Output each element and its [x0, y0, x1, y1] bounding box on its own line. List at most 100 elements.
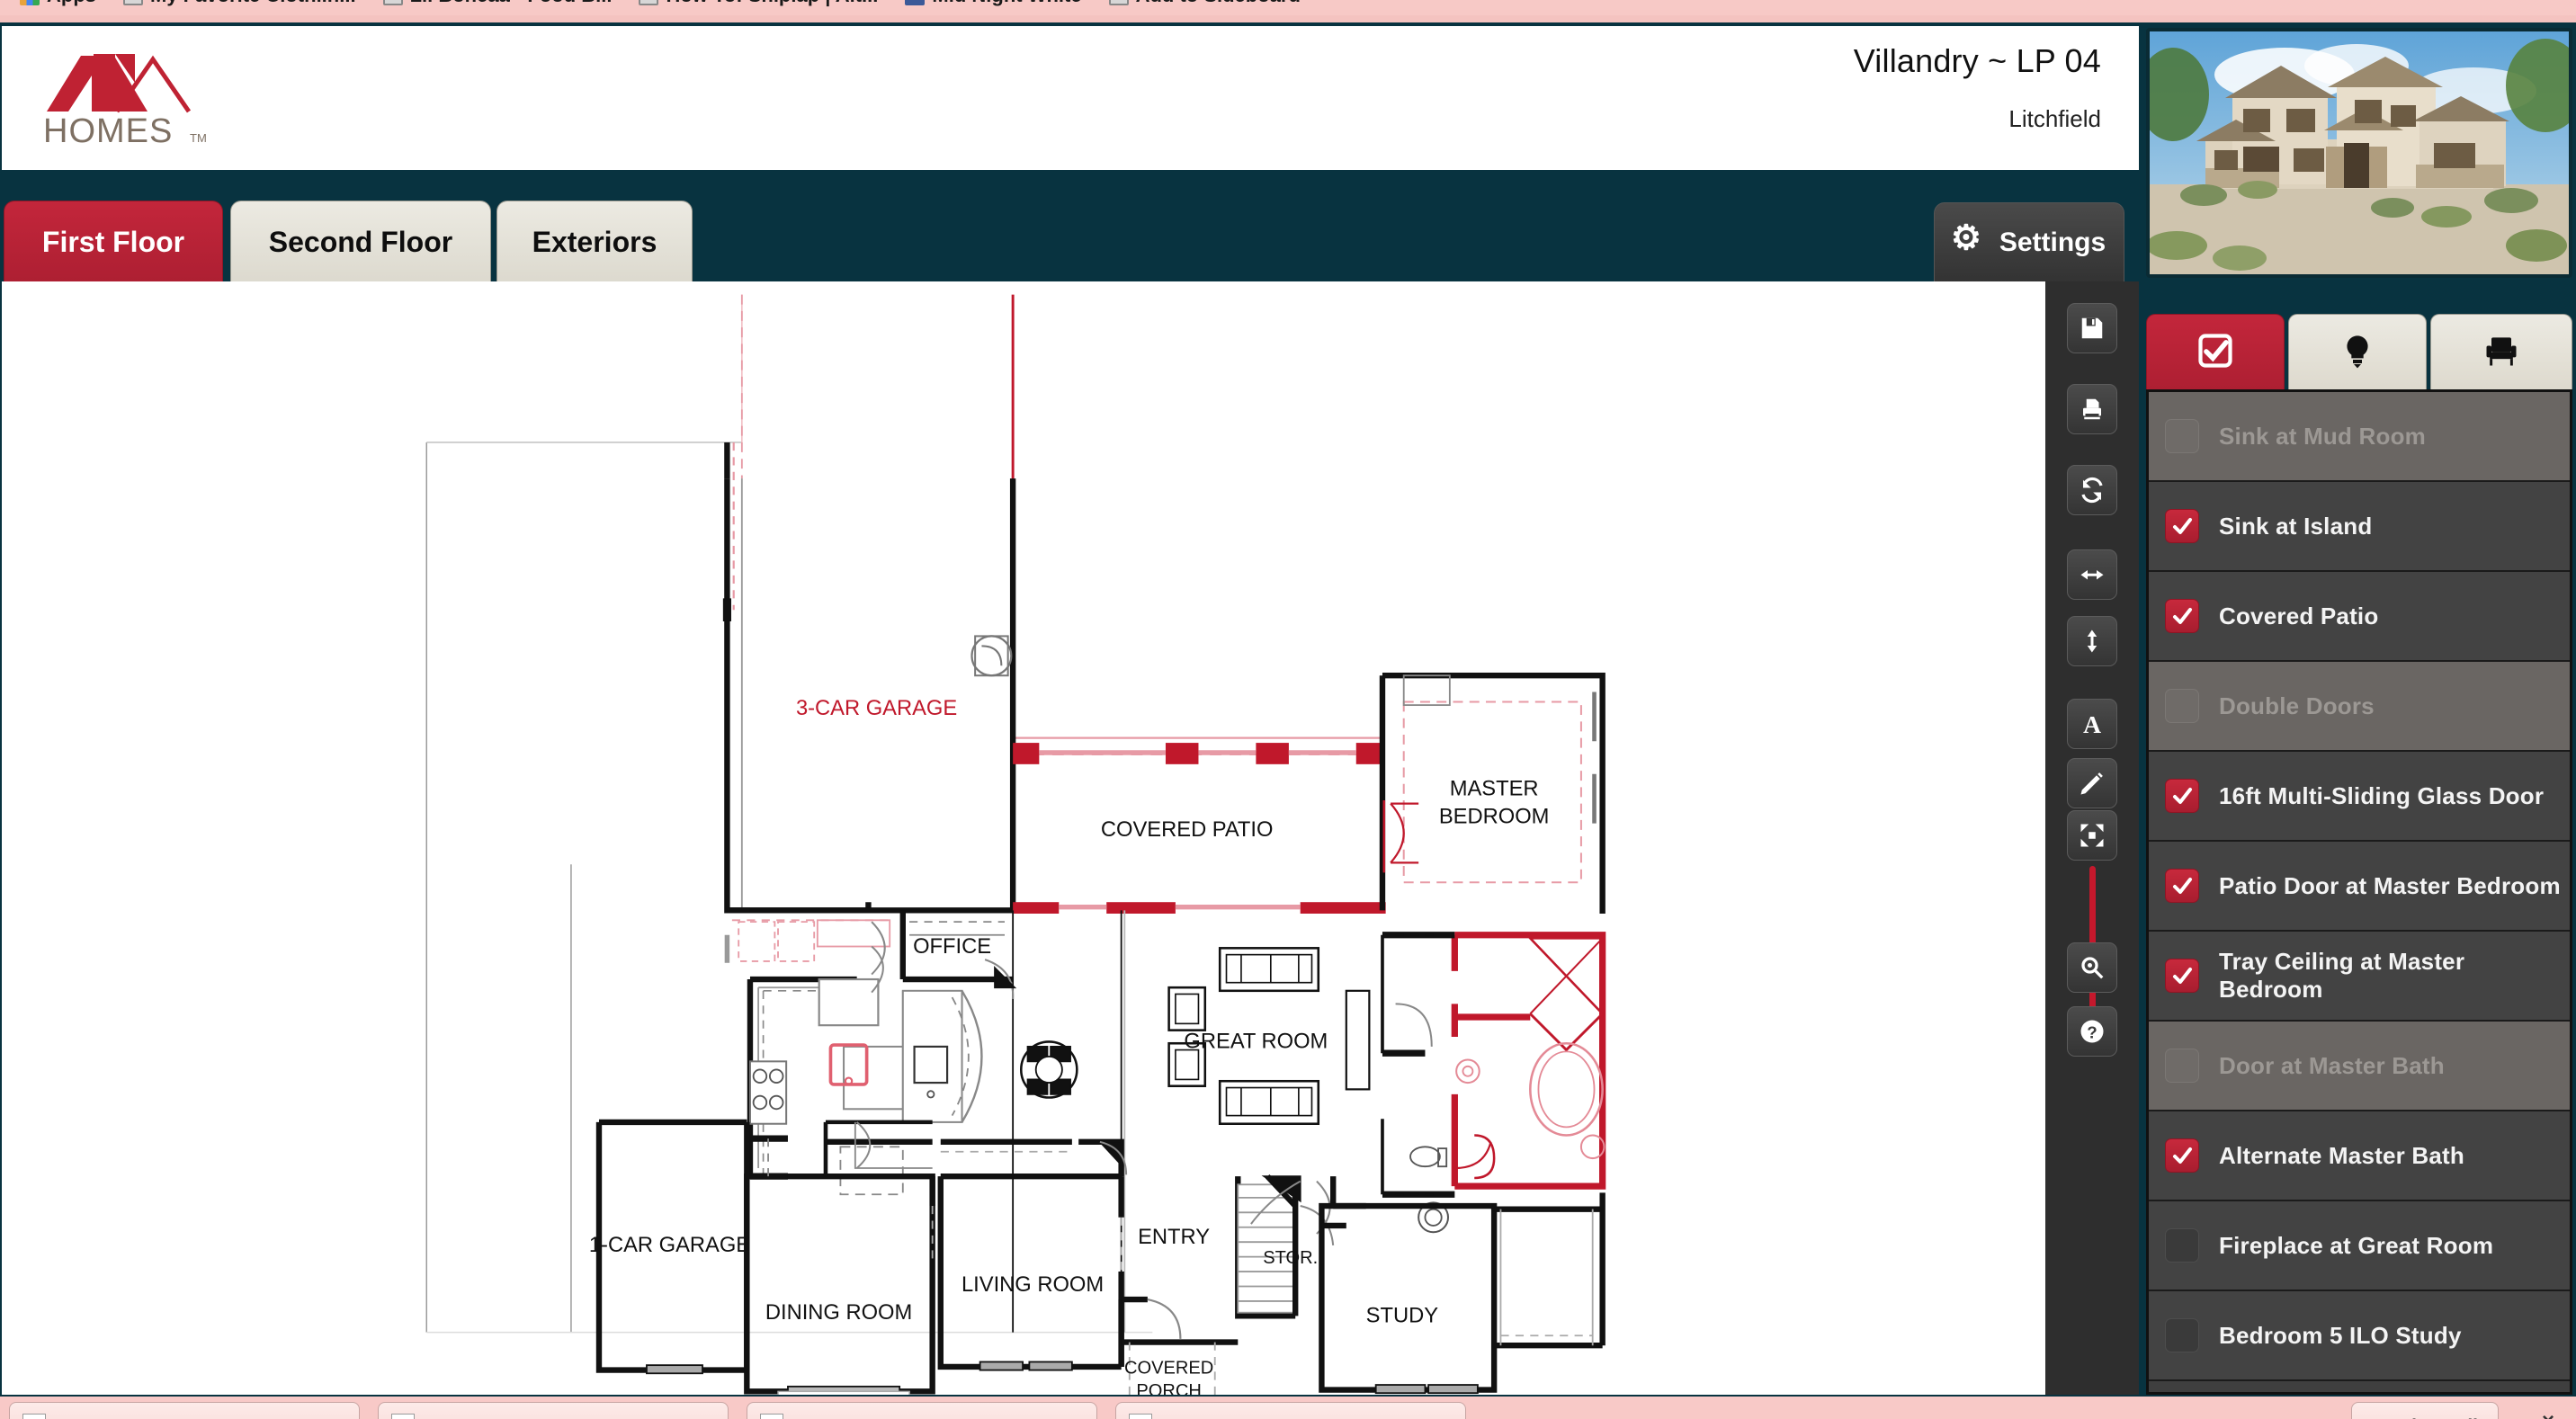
magnifier-icon[interactable] — [2067, 942, 2117, 993]
arrows-vertical-icon[interactable] — [2067, 616, 2117, 666]
checkbox-unchecked-icon[interactable] — [2165, 1228, 2199, 1263]
bookmark-item[interactable]: Mid Night White — [905, 0, 1082, 7]
bookmark-item[interactable]: My Favorite Clothiin... — [123, 0, 356, 7]
option-row[interactable]: Covered Patio — [2149, 572, 2570, 662]
text-a-icon[interactable]: A — [2067, 699, 2117, 749]
file-icon — [22, 1414, 46, 1419]
app-header: HOMES TM Villandry ~ LP 04 Litchfield — [2, 26, 2139, 170]
browser-chrome-fill — [0, 15, 2576, 22]
gear-icon — [1951, 225, 1981, 256]
room-label: PORCH — [1136, 1381, 1202, 1395]
tab-exteriors[interactable]: Exteriors — [496, 201, 693, 283]
option-row: Double Doors — [2149, 662, 2570, 752]
option-row: Sink at Mud Room — [2149, 392, 2570, 482]
option-row[interactable]: Patio Door at Master Bedroom — [2149, 842, 2570, 932]
tab-second-floor[interactable]: Second Floor — [230, 201, 491, 283]
download-item[interactable]: 0J010000-fs1jssp — [1115, 1402, 1466, 1419]
bookmark-label: How To: Shiplap | Alt... — [666, 0, 878, 7]
download-item[interactable]: aerlatsion — [378, 1402, 729, 1419]
expand-arrows-icon[interactable] — [2067, 810, 2117, 861]
option-row[interactable]: 16ft Multi-Sliding Glass Door — [2149, 752, 2570, 842]
checkbox-checked-icon[interactable] — [2165, 869, 2199, 903]
rail-mode-tabs — [2142, 312, 2576, 391]
file-icon — [391, 1414, 415, 1419]
tab-label: First Floor — [41, 226, 185, 258]
av-homes-logo: HOMES TM — [40, 47, 246, 147]
room-label: LIVING ROOM — [962, 1273, 1104, 1297]
options-list[interactable]: Sink at Mud Room Sink at Island Covered Pa… — [2146, 389, 2572, 1395]
floor-tab-bar: First Floor Second Floor Exteriors Setti… — [0, 193, 2141, 283]
downloads-bar: fullplateving aerlatsion 5QF-101FHssK 0J010… — [0, 1397, 2576, 1419]
bookmark-item[interactable]: Lil Boheaa - Food Bill — [382, 0, 613, 7]
community-name: Litchfield — [2008, 105, 2101, 132]
checkbox-unchecked-icon — [2165, 419, 2199, 453]
checkbox-unchecked-icon[interactable] — [2165, 1318, 2199, 1352]
option-label: Tray Ceiling at Master Bedroom — [2219, 948, 2465, 1003]
option-row[interactable]: Fireplace at Great Room — [2149, 1201, 2570, 1291]
download-item[interactable]: fullplateving — [9, 1402, 360, 1419]
print-icon[interactable] — [2067, 384, 2117, 434]
show-all-downloads-button[interactable]: Show All — [2351, 1402, 2499, 1419]
room-label: 1-CAR GARAGE — [589, 1234, 750, 1257]
bookmark-item[interactable]: Add to Sideboard — [1108, 0, 1301, 7]
elevation-thumbnail[interactable] — [2146, 28, 2572, 278]
svg-text:A: A — [2083, 710, 2101, 737]
tab-label: Second Floor — [268, 226, 453, 258]
option-row[interactable]: Bedroom 5 ILO Study — [2149, 1291, 2570, 1381]
facebook-icon — [905, 0, 926, 5]
checkbox-checked-icon[interactable] — [2165, 1138, 2199, 1173]
option-label: 16ft Multi-Sliding Glass Door — [2219, 781, 2545, 809]
tab-label: Exteriors — [532, 226, 657, 258]
option-row: Door at Master Bath — [2149, 1022, 2570, 1111]
help-icon[interactable]: ? — [2067, 1006, 2117, 1057]
bookmark-label: Lil Boheaa - Food Bill — [410, 0, 613, 7]
browser-bookmarks-bar: Apps My Favorite Clothiin... Lil Boheaa - … — [0, 0, 2576, 15]
option-label: Sink at Mud Room — [2219, 422, 2426, 450]
floorplan-canvas[interactable]: 3-CAR GARAGE COVERED PATIO MASTER BEDROOM OF… — [2, 281, 2045, 1395]
bookmark-item[interactable]: Apps — [20, 0, 96, 7]
bookmark-label: Add to Sideboard — [1136, 0, 1301, 7]
bookmark-icon — [1108, 0, 1129, 5]
refresh-icon[interactable] — [2067, 465, 2117, 515]
checkbox-checked-icon[interactable] — [2165, 599, 2199, 633]
room-label: GREAT ROOM — [1184, 1031, 1328, 1054]
room-label: OFFICE — [913, 935, 991, 959]
bookmark-item[interactable]: How To: Shiplap | Alt... — [639, 0, 878, 7]
checkbox-checked-icon[interactable] — [2165, 509, 2199, 543]
option-row[interactable]: Alternate Master Bath — [2149, 1111, 2570, 1201]
checkbox-checked-icon[interactable] — [2165, 779, 2199, 813]
option-row[interactable]: Tray Ceiling at Master Bedroom — [2149, 932, 2570, 1022]
svg-text:?: ? — [2087, 1023, 2097, 1042]
options-tab[interactable] — [2146, 314, 2285, 391]
checkbox-checked-icon[interactable] — [2165, 959, 2199, 993]
room-label: STUDY — [1366, 1305, 1439, 1328]
checkbox-unchecked-icon — [2165, 1049, 2199, 1083]
furniture-icon — [2481, 331, 2522, 375]
tab-first-floor[interactable]: First Floor — [4, 201, 223, 283]
lightbulb-icon — [2339, 331, 2375, 375]
lighting-tab[interactable] — [2288, 314, 2427, 391]
option-label: Patio Door at Master Bedroom — [2219, 871, 2561, 899]
download-item[interactable]: 5QF-101FHssK — [747, 1402, 1097, 1419]
arrows-horizontal-icon[interactable] — [2067, 549, 2117, 600]
svg-text:TM: TM — [190, 131, 207, 145]
room-label: STOR. — [1263, 1248, 1318, 1268]
room-label: BEDROOM — [1439, 806, 1550, 829]
checkbox-icon — [2196, 331, 2235, 375]
furniture-tab[interactable] — [2430, 314, 2572, 391]
room-label: COVERED — [1124, 1358, 1213, 1378]
settings-button[interactable]: Settings — [1934, 202, 2124, 281]
app-window: HOMES TM Villandry ~ LP 04 Litchfield Fi… — [0, 22, 2576, 1397]
bookmark-label: My Favorite Clothiin... — [150, 0, 356, 7]
option-label: Alternate Master Bath — [2219, 1141, 2464, 1169]
save-icon[interactable] — [2067, 303, 2117, 353]
apps-grid-icon — [20, 0, 40, 5]
pencil-icon[interactable] — [2067, 758, 2117, 808]
option-label: Covered Patio — [2219, 602, 2379, 629]
option-label: Fireplace at Great Room — [2219, 1231, 2494, 1259]
room-label: DINING ROOM — [765, 1301, 912, 1325]
close-downloads-bar-button[interactable]: × — [2542, 1409, 2554, 1419]
file-icon — [760, 1414, 783, 1419]
option-row[interactable]: Sink at Island — [2149, 482, 2570, 572]
option-label: Door at Master Bath — [2219, 1051, 2445, 1079]
